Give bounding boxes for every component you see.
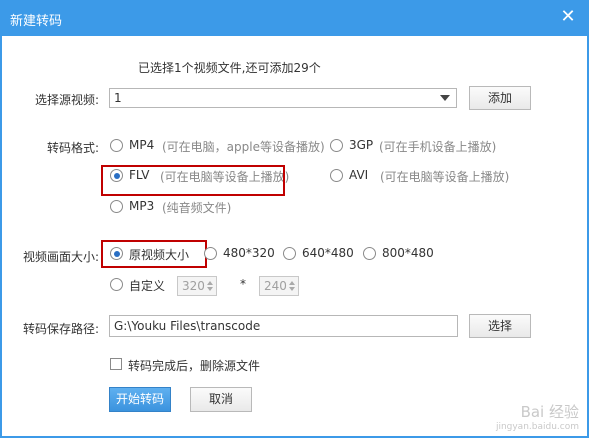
watermark-text: Bai 经验 [520,403,579,421]
spin-up-icon[interactable] [289,281,295,285]
resolution-radio-800x480[interactable] [363,247,376,260]
resolution-640x480-label: 640*480 [302,246,354,260]
original-size-highlight-box [101,240,207,268]
format-radio-3gp[interactable] [330,139,343,152]
resolution-radio-480x320[interactable] [204,247,217,260]
size-separator: * [240,277,246,291]
window-title: 新建转码 [10,14,63,29]
format-radio-mp3[interactable] [110,200,123,213]
title-bar: 新建转码 ✕ [0,0,589,36]
format-avi-hint: (可在电脑等设备上播放) [380,170,510,184]
add-button[interactable]: 添加 [469,86,531,110]
format-3gp-hint: (可在手机设备上播放) [379,140,497,154]
delete-source-label: 转码完成后，删除源文件 [128,359,261,373]
custom-height-stepper[interactable]: 240 [259,276,299,296]
delete-source-checkbox[interactable] [110,358,122,370]
source-video-value: 1 [114,91,122,105]
resolution-800x480-label: 800*480 [382,246,434,260]
resolution-radio-640x480[interactable] [283,247,296,260]
start-transcode-button[interactable]: 开始转码 [109,387,171,412]
cancel-button[interactable]: 取消 [190,387,252,412]
format-3gp-label: 3GP [349,138,374,152]
format-radio-avi[interactable] [330,169,343,182]
format-radio-mp4[interactable] [110,139,123,152]
source-video-label: 选择源视频: [35,93,100,107]
custom-width-value: 320 [182,279,205,293]
window-border-left [0,36,2,438]
choose-path-button[interactable]: 选择 [469,314,531,338]
baidu-watermark: Bai 经验 jingyan.baidu.com [496,401,579,432]
save-path-value: G:\Youku Files\transcode [114,319,261,333]
custom-height-value: 240 [264,279,287,293]
format-mp4-hint: (可在电脑，apple等设备播放) [162,140,325,154]
resolution-radio-custom[interactable] [110,278,123,291]
format-label: 转码格式: [47,141,100,155]
format-avi-label: AVI [349,168,369,182]
dropdown-arrow-icon [440,95,450,101]
flv-highlight-box [101,165,285,196]
resolution-custom-label: 自定义 [129,279,166,293]
save-path-label: 转码保存路径: [23,322,100,336]
source-video-select[interactable]: 1 [109,88,457,108]
spin-down-icon[interactable] [207,287,213,291]
spin-up-icon[interactable] [207,281,213,285]
format-mp4-label: MP4 [129,138,155,152]
resolution-label: 视频画面大小: [23,250,100,264]
watermark-url: jingyan.baidu.com [495,422,579,432]
format-mp3-label: MP3 [129,199,155,213]
selection-info: 已选择1个视频文件,还可添加29个 [138,61,321,75]
close-icon[interactable]: ✕ [557,6,579,28]
custom-width-stepper[interactable]: 320 [177,276,217,296]
save-path-input[interactable]: G:\Youku Files\transcode [109,315,458,337]
spin-down-icon[interactable] [289,287,295,291]
format-mp3-hint: (纯音频文件) [162,201,232,215]
resolution-480x320-label: 480*320 [223,246,275,260]
